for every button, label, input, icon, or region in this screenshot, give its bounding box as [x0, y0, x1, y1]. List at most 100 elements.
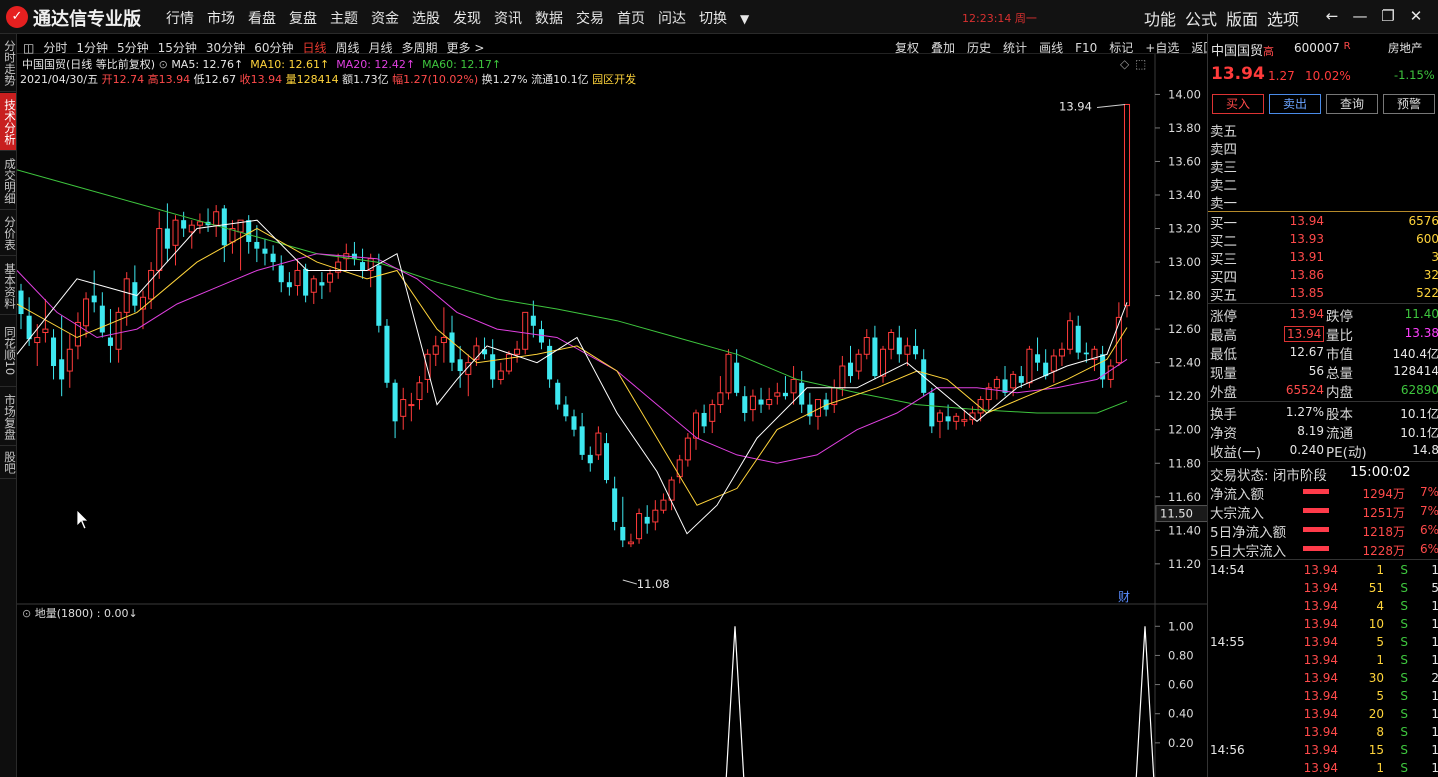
tick-volume: 5 — [1376, 635, 1384, 649]
stat-value: 56 — [1308, 364, 1324, 378]
left-tab-2[interactable]: 成交明细 — [0, 152, 17, 210]
candle-body — [587, 454, 593, 464]
y-tick-label: 11.40 — [1168, 523, 1201, 537]
tick-price: 13.94 — [1303, 761, 1338, 775]
candle-body — [774, 392, 781, 397]
tick-price: 13.94 — [1303, 707, 1338, 721]
candle-body — [880, 348, 887, 377]
candle-body — [1035, 354, 1041, 363]
stat-label: 收益(一) — [1210, 445, 1262, 461]
y-tick-label: 13.40 — [1168, 188, 1201, 202]
bid-volume: 3 — [1431, 250, 1438, 264]
toolbar-toggle-icon[interactable]: ◫ — [23, 41, 34, 55]
tick-side: S — [1400, 743, 1408, 757]
menu-item-11[interactable]: 首页 — [617, 8, 645, 28]
y-tick-label: 13.60 — [1168, 154, 1201, 168]
sell-button[interactable]: 卖出 — [1269, 94, 1321, 114]
tick-count: 1 — [1431, 761, 1438, 775]
finance-badge-icon[interactable]: 财 — [1118, 590, 1130, 604]
low-marker-label: 11.08 — [637, 577, 670, 591]
candle-body — [327, 273, 334, 283]
bid-volume: 32 — [1423, 268, 1438, 282]
candle-body — [627, 541, 634, 545]
left-tab-3[interactable]: 分价表 — [0, 211, 17, 256]
candle-body — [782, 392, 788, 397]
restore-icon[interactable]: ❐ — [1374, 7, 1402, 25]
menu-item-13[interactable]: 切换 — [699, 8, 727, 28]
back-arrow-icon[interactable]: ← — [1318, 7, 1346, 25]
right-menu-item-3[interactable]: 选项 — [1267, 6, 1299, 30]
flow-bar — [1303, 508, 1329, 513]
left-tab-0[interactable]: 分时走势 — [0, 34, 17, 92]
menu-item-10[interactable]: 交易 — [576, 8, 604, 28]
right-menu-item-0[interactable]: 功能 — [1144, 6, 1176, 30]
alert-button[interactable]: 预警 — [1383, 94, 1435, 114]
tick-volume: 5 — [1376, 689, 1384, 703]
candle-body — [1067, 320, 1074, 350]
candle-body — [1058, 348, 1065, 357]
tick-time: 14:55 — [1210, 635, 1245, 649]
menu-item-12[interactable]: 问达 — [658, 8, 686, 28]
left-tab-5[interactable]: 同花顺10 — [0, 316, 17, 387]
chart-tool-5[interactable]: F10 — [1075, 41, 1097, 55]
stat-label: 量比 — [1326, 328, 1353, 344]
minimize-icon[interactable]: — — [1346, 7, 1374, 25]
subchart-dropdown-icon[interactable]: ⊙ — [22, 607, 31, 620]
stat-label: 股本 — [1326, 407, 1353, 423]
left-tab-1[interactable]: 技术分析 — [0, 93, 17, 151]
candle-body — [839, 365, 846, 389]
bid-price: 13.93 — [1289, 232, 1324, 246]
candle-body — [522, 311, 529, 350]
query-button[interactable]: 查询 — [1326, 94, 1378, 114]
candle-body — [319, 282, 325, 286]
bid-price: 13.85 — [1289, 286, 1324, 300]
tick-volume: 1 — [1376, 653, 1384, 667]
trade-state: 交易状态: 闭市阶段 — [1210, 468, 1327, 484]
menu-item-5[interactable]: 资金 — [371, 8, 399, 28]
candle-body — [196, 221, 203, 226]
menu-item-3[interactable]: 复盘 — [289, 8, 317, 28]
tick-count: 1 — [1431, 617, 1438, 631]
candle-body — [66, 348, 73, 372]
buy-button[interactable]: 买入 — [1212, 94, 1264, 114]
diamond-icon[interactable]: ◇ — [1120, 57, 1130, 71]
tick-side: S — [1400, 563, 1408, 577]
menu-item-9[interactable]: 数据 — [535, 8, 563, 28]
menu-item-2[interactable]: 看盘 — [248, 8, 276, 28]
trade-time: 15:00:02 — [1350, 464, 1411, 480]
right-menu-item-1[interactable]: 公式 — [1185, 6, 1217, 30]
candle-body — [1010, 373, 1017, 389]
stat-value: 11.40 — [1404, 307, 1438, 321]
candle-body — [440, 337, 447, 344]
left-tab-4[interactable]: 基本资料 — [0, 257, 17, 315]
sub-tick-label: 0.40 — [1168, 707, 1194, 721]
expand-icon[interactable]: ⬚ — [1135, 57, 1146, 71]
close-icon[interactable]: ✕ — [1402, 7, 1430, 25]
flow-bar — [1303, 546, 1329, 551]
industry-link[interactable]: 房地产 — [1388, 40, 1423, 56]
right-menu-item-2[interactable]: 版面 — [1226, 6, 1258, 30]
candle-body — [18, 290, 24, 315]
menu-dropdown-icon[interactable]: ▼ — [740, 12, 749, 26]
menu-item-1[interactable]: 市场 — [207, 8, 235, 28]
stat-label: 净资 — [1210, 426, 1237, 442]
menu-item-7[interactable]: 发现 — [453, 8, 481, 28]
candle-body — [530, 315, 536, 326]
stat-value: 1.27% — [1285, 405, 1324, 419]
candle-body — [953, 415, 960, 422]
menu-item-4[interactable]: 主题 — [330, 8, 358, 28]
candle-body — [392, 382, 398, 422]
ma10-line — [17, 227, 1128, 506]
menu-item-0[interactable]: 行情 — [166, 8, 194, 28]
flow-pct: 7% — [1419, 485, 1438, 499]
sub-peak-line — [1135, 626, 1155, 777]
tick-count: 1 — [1431, 689, 1438, 703]
left-tab-7[interactable]: 股吧 — [0, 447, 17, 479]
candle-body — [34, 337, 41, 344]
menu-item-8[interactable]: 资讯 — [494, 8, 522, 28]
candle-body — [115, 311, 122, 350]
y-tick-label: 12.40 — [1168, 356, 1201, 370]
left-tab-6[interactable]: 市场复盘 — [0, 388, 17, 446]
menu-item-6[interactable]: 选股 — [412, 8, 440, 28]
kline-chart[interactable]: 14.00 13.80 13.60 13.40 13.20 13.00 12.80 12.60… — [17, 54, 1207, 777]
